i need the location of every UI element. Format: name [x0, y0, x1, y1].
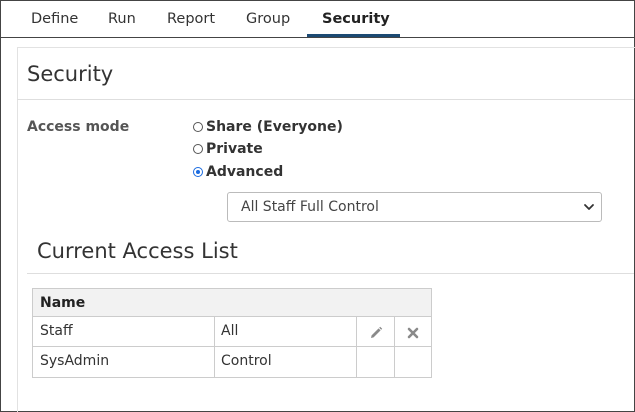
divider — [17, 99, 634, 100]
radio-private[interactable]: Private — [193, 140, 263, 158]
access-list-table: Name Staff All SysAdmin Control — [32, 288, 432, 378]
radio-label-advanced: Advanced — [206, 164, 284, 180]
column-divider — [394, 317, 395, 377]
page-title: Security — [27, 62, 114, 86]
radio-button[interactable] — [193, 122, 203, 132]
radio-share-everyone[interactable]: Share (Everyone) — [193, 118, 343, 136]
delete-x-icon[interactable] — [405, 325, 421, 341]
tab-report[interactable]: Report — [167, 11, 215, 27]
radio-button-checked[interactable] — [193, 167, 203, 177]
column-divider — [356, 317, 357, 377]
divider — [27, 273, 634, 274]
row-name: Staff — [40, 323, 73, 339]
table-header: Name — [33, 289, 431, 317]
tab-security[interactable]: Security — [322, 11, 390, 27]
access-list-title: Current Access List — [37, 239, 238, 263]
table-row: SysAdmin Control — [33, 347, 431, 377]
access-mode-label: Access mode — [27, 119, 130, 135]
row-permission: Control — [221, 353, 272, 369]
radio-label-share: Share (Everyone) — [206, 119, 343, 135]
tab-run[interactable]: Run — [108, 11, 136, 27]
app-frame: Define Run Report Group Security Securit… — [0, 0, 635, 412]
tab-bar: Define Run Report Group Security — [1, 1, 634, 38]
chevron-down-icon — [584, 204, 594, 210]
radio-advanced[interactable]: Advanced — [193, 163, 283, 181]
active-tab-indicator — [307, 34, 400, 37]
column-divider — [214, 317, 215, 377]
pencil-icon[interactable] — [368, 325, 384, 341]
tab-define[interactable]: Define — [31, 11, 78, 27]
column-header-name: Name — [40, 295, 86, 311]
row-permission: All — [221, 323, 239, 339]
row-name: SysAdmin — [40, 353, 110, 369]
access-profile-select[interactable]: All Staff Full Control — [227, 192, 602, 222]
tab-group[interactable]: Group — [246, 11, 290, 27]
select-value: All Staff Full Control — [241, 199, 379, 215]
radio-label-private: Private — [206, 141, 263, 157]
radio-button[interactable] — [193, 144, 203, 154]
